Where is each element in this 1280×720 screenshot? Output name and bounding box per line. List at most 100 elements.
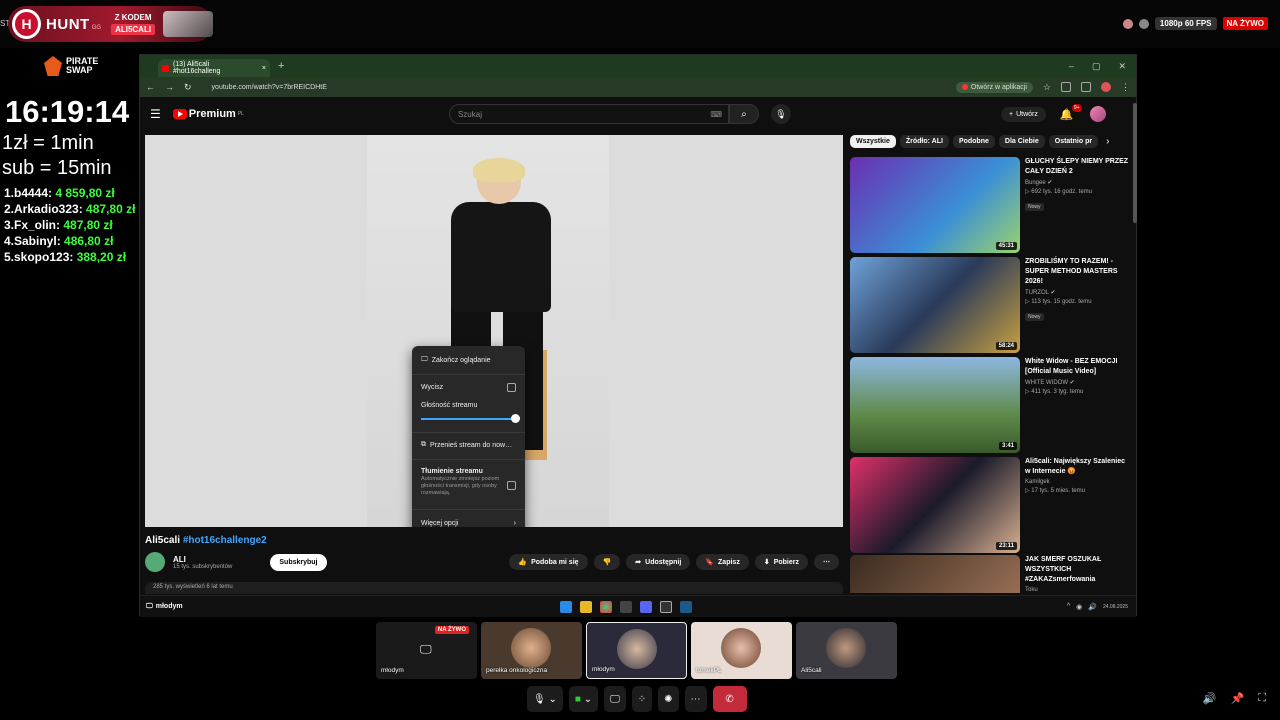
search-input[interactable]: Szukaj ⌨ <box>448 104 729 124</box>
rec-title[interactable]: ZROBILIŚMY TO RAZEM! - SUPER METHOD MAST… <box>1025 257 1129 287</box>
obs-icon[interactable] <box>660 600 672 613</box>
rec-channel[interactable]: TURZOL ✔ <box>1025 289 1129 296</box>
video-thumbnail[interactable]: 45:31 <box>850 157 1020 253</box>
chip-similar[interactable]: Podobne <box>952 135 995 148</box>
camera-button[interactable]: ■ ⌄ <box>568 686 599 712</box>
mute-checkbox[interactable] <box>507 383 516 392</box>
video-thumbnail[interactable]: 58:24 <box>850 257 1020 353</box>
end-watching-item[interactable]: 🖵 Zakończ oglądanie <box>421 356 491 364</box>
video-player[interactable]: 🖵 Zakończ oglądanie Wycisz Głośność strea… <box>145 135 843 527</box>
mute-item[interactable]: Wycisz <box>421 384 443 391</box>
network-icon[interactable]: ◉ <box>1076 603 1082 611</box>
activities-button[interactable]: ⁘ <box>631 686 653 712</box>
keyboard-icon[interactable]: ⌨ <box>710 110 722 119</box>
fullscreen-icon[interactable]: ⛶ <box>1258 692 1266 705</box>
create-button[interactable]: + Utwórz <box>1000 106 1046 122</box>
volume-icon[interactable]: 🔊 <box>1088 603 1097 611</box>
share-button[interactable]: ➦ Udostępnij <box>626 554 691 570</box>
video-thumbnail[interactable]: 3:41 <box>850 357 1020 453</box>
dimming-item[interactable]: Tłumienie streamu <box>421 468 483 475</box>
more-options-item[interactable]: Więcej opcji › <box>421 520 516 527</box>
rec-title[interactable]: Ali5cali: Największy Szaleniec w Interne… <box>1025 457 1129 477</box>
recommendation-item[interactable]: JAK SMERF OSZUKAŁ WSZYSTKICH #ZAKAZsmerf… <box>850 555 1130 593</box>
call-tile[interactable]: tomekPL <box>691 622 792 679</box>
rec-channel[interactable]: Toku <box>1025 587 1129 593</box>
rec-title[interactable]: JAK SMERF OSZUKAŁ WSZYSTKICH #ZAKAZsmerf… <box>1025 555 1129 585</box>
volume-slider-track[interactable] <box>421 418 515 420</box>
rec-title[interactable]: GŁUCHY ŚLEPY NIEMY PRZEZ CAŁY DZIEŃ 2 <box>1025 157 1129 177</box>
search-button[interactable]: ⌕ <box>728 104 759 124</box>
more-button[interactable]: ⋯ <box>684 686 707 712</box>
recommendation-item[interactable]: 58:24 ZROBILIŚMY TO RAZEM! - SUPER METHO… <box>850 257 1130 353</box>
minimize-button[interactable]: – <box>1069 61 1074 72</box>
discord-icon[interactable] <box>640 600 652 613</box>
call-tile[interactable]: NA ŻYWO 🖵 młodym <box>376 622 477 679</box>
soundboard-button[interactable]: ✺ <box>658 686 679 712</box>
profile-icon[interactable] <box>1101 82 1111 92</box>
hashtag-link[interactable]: #hot16challenge2 <box>183 535 267 546</box>
move-stream-item[interactable]: ⧉ Przenieś stream do now… <box>421 441 512 449</box>
channel-name[interactable]: ALI <box>173 555 232 564</box>
tray-chevron-icon[interactable]: ^ <box>1067 603 1070 610</box>
chrome-icon[interactable] <box>600 600 612 613</box>
rec-channel[interactable]: WHITE WIDOW ✔ <box>1025 379 1129 386</box>
call-tile[interactable]: młodym <box>586 622 687 679</box>
rec-title[interactable]: White Widow - BEZ EMOCJI [Official Music… <box>1025 357 1129 377</box>
taskbar-date[interactable]: 24.08.2025 <box>1103 604 1128 610</box>
screen-share-button[interactable]: 🖵 <box>604 686 626 712</box>
page-scrollbar[interactable] <box>1133 103 1137 223</box>
windows-start-icon[interactable] <box>560 600 572 613</box>
recommendation-item[interactable]: 45:31 GŁUCHY ŚLEPY NIEMY PRZEZ CAŁY DZIE… <box>850 157 1130 253</box>
save-button[interactable]: 🔖 Zapisz <box>696 554 749 570</box>
pin-icon[interactable]: 📌 <box>1231 692 1245 705</box>
notifications-button[interactable]: 🔔 9+ <box>1060 103 1082 121</box>
browser-tab[interactable]: (13) Ali5cali #hot16challeng × <box>158 59 270 77</box>
dislike-button[interactable]: 👎 <box>593 554 621 570</box>
like-button[interactable]: 👍 Podoba mi się <box>509 554 588 570</box>
steam-icon[interactable] <box>680 600 692 613</box>
open-in-app-button[interactable]: Otwórz w aplikacji <box>955 81 1033 93</box>
menu-dots-icon[interactable]: ⋮ <box>1121 82 1130 93</box>
sidebar-icon[interactable] <box>1081 82 1091 92</box>
recommendation-item[interactable]: 3:41 White Widow - BEZ EMOCJI [Official … <box>850 357 1130 453</box>
video-thumbnail[interactable]: 23:11 <box>850 457 1020 553</box>
chevron-down-icon[interactable]: ⌄ <box>548 694 556 705</box>
url-field[interactable]: youtube.com/watch?v=7brREICDHtE <box>212 84 327 91</box>
call-tile[interactable]: perełka onkologiczna <box>481 622 582 679</box>
rec-channel[interactable]: Kamilgek <box>1025 479 1129 485</box>
chip-recent[interactable]: Ostatnio pr <box>1048 135 1099 148</box>
volume-slider-knob[interactable] <box>511 414 520 423</box>
chip-source[interactable]: Źródło: ALI <box>899 135 949 148</box>
more-actions-button[interactable]: ⋯ <box>814 554 839 570</box>
description-box[interactable]: 285 tys. wyświetleń 6 lat temu <box>145 582 843 594</box>
close-window-button[interactable]: ✕ <box>1118 61 1126 72</box>
dimming-checkbox[interactable] <box>507 481 516 490</box>
extensions-icon[interactable] <box>1061 82 1071 92</box>
mic-button[interactable]: 🎙 ⌄ <box>527 686 563 712</box>
reload-icon[interactable]: ↻ <box>184 82 192 93</box>
recommendation-item[interactable]: 23:11 Ali5cali: Największy Szaleniec w I… <box>850 457 1130 553</box>
voice-search-button[interactable]: 🎙 <box>770 104 791 124</box>
file-explorer-icon[interactable] <box>580 600 592 613</box>
rec-channel[interactable]: Bungee ✔ <box>1025 179 1129 186</box>
maximize-button[interactable]: ▢ <box>1092 61 1101 72</box>
star-icon[interactable]: ☆ <box>1043 82 1051 93</box>
app-icon[interactable] <box>620 600 632 613</box>
forward-icon[interactable]: → <box>165 82 174 92</box>
youtube-premium-logo[interactable]: Premium PL <box>172 108 244 120</box>
download-button[interactable]: ⬇ Pobierz <box>754 554 808 570</box>
hamburger-menu-icon[interactable]: ☰ <box>150 107 161 121</box>
back-icon[interactable]: ← <box>146 82 155 92</box>
chevron-down-icon[interactable]: ⌄ <box>584 694 592 705</box>
video-thumbnail[interactable] <box>850 555 1020 593</box>
chevron-right-icon[interactable]: › <box>1106 136 1109 148</box>
tab-close-icon[interactable]: × <box>262 65 266 72</box>
account-avatar[interactable] <box>1089 106 1106 122</box>
channel-avatar[interactable] <box>145 552 165 572</box>
leave-call-button[interactable]: ✆ <box>712 686 747 712</box>
chip-for-you[interactable]: Dla Ciebie <box>998 135 1045 148</box>
subscribe-button[interactable]: Subskrybuj <box>270 553 327 571</box>
call-tile[interactable]: Ali5cali <box>796 622 897 679</box>
new-tab-button[interactable]: + <box>278 60 284 72</box>
speaker-icon[interactable]: 🔊 <box>1203 692 1217 705</box>
